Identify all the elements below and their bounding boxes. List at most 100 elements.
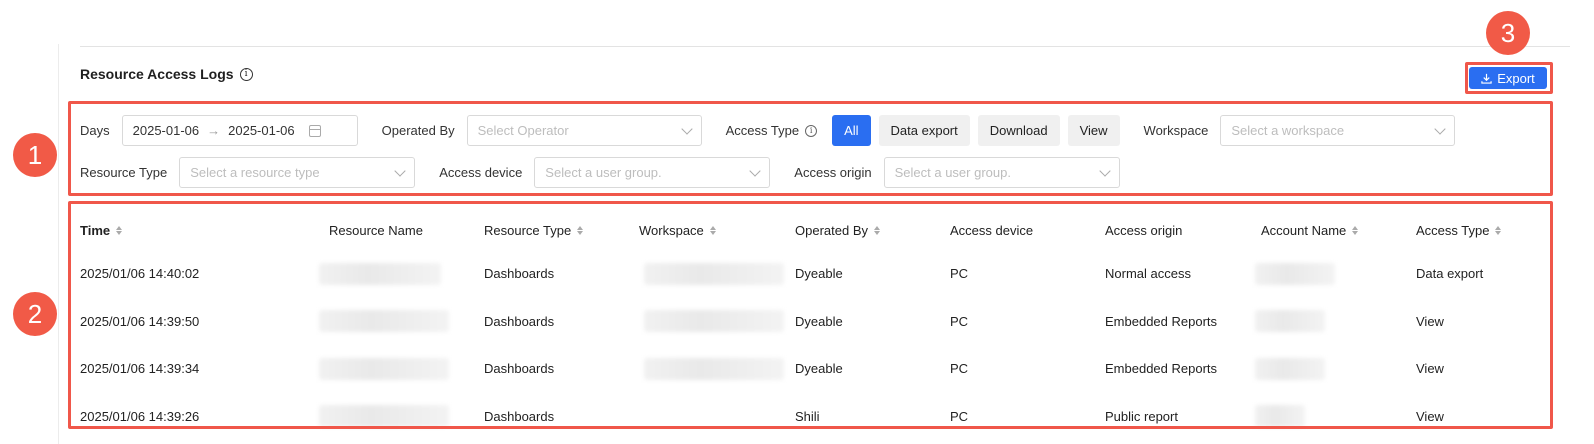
sort-icon[interactable] bbox=[577, 225, 584, 235]
chevron-down-icon bbox=[394, 164, 406, 177]
filter-row-1: Days 2025-01-06 → 2025-01-06 Operated By… bbox=[80, 115, 1456, 146]
access-type-data-export[interactable]: Data export bbox=[878, 115, 970, 146]
export-label: Export bbox=[1497, 70, 1535, 86]
table-row: 2025/01/06 14:39:50 Dashboards Dyeable P… bbox=[80, 298, 1550, 346]
cell-resource-name bbox=[319, 262, 484, 285]
workspace-placeholder: Select a workspace bbox=[1231, 123, 1345, 138]
cell-resource-type: Dashboards bbox=[484, 408, 555, 424]
column-header-workspace[interactable]: Workspace bbox=[639, 223, 795, 238]
cell-operated-by: Shili bbox=[795, 408, 820, 424]
cell-access-device: PC bbox=[950, 408, 969, 424]
cell-resource-type: Dashboards bbox=[484, 313, 555, 329]
cell-time: 2025/01/06 14:39:26 bbox=[80, 408, 200, 424]
days-label: Days bbox=[80, 123, 110, 138]
cell-workspace bbox=[639, 262, 795, 285]
operator-placeholder: Select Operator bbox=[477, 123, 569, 138]
page-title: Resource Access Logs i bbox=[80, 66, 253, 82]
cell-workspace bbox=[639, 310, 795, 333]
column-header-access-device: Access device bbox=[950, 222, 1034, 238]
sort-icon[interactable] bbox=[1495, 225, 1502, 235]
sort-icon[interactable] bbox=[709, 225, 716, 235]
column-header-access-origin: Access origin bbox=[1105, 222, 1183, 238]
table-row: 2025/01/06 14:40:02 Dashboards Dyeable P… bbox=[80, 250, 1550, 298]
page-title-text: Resource Access Logs bbox=[80, 66, 234, 82]
cell-access-origin: Embedded Reports bbox=[1105, 313, 1218, 329]
sort-icon[interactable] bbox=[874, 225, 880, 235]
cell-time: 2025/01/06 14:40:02 bbox=[80, 266, 200, 282]
access-origin-label: Access origin bbox=[794, 165, 872, 180]
info-icon[interactable]: i bbox=[239, 67, 253, 81]
cell-resource-name bbox=[319, 357, 484, 380]
access-origin-select[interactable]: Select a user group. bbox=[883, 157, 1120, 188]
access-origin-placeholder: Select a user group. bbox=[894, 165, 1011, 180]
column-header-resource-name: Resource Name bbox=[329, 222, 423, 238]
table-row: 2025/01/06 14:39:34 Dashboards Dyeable P… bbox=[80, 345, 1550, 393]
redacted-block bbox=[319, 310, 449, 333]
cell-resource-name bbox=[319, 310, 484, 333]
sort-icon[interactable] bbox=[116, 225, 123, 235]
operator-select[interactable]: Select Operator bbox=[466, 115, 702, 146]
table-row: 2025/01/06 14:39:26 Dashboards Shili PC … bbox=[80, 393, 1550, 441]
access-type-label: Access Type bbox=[725, 123, 800, 138]
resource-type-select[interactable]: Select a resource type bbox=[179, 157, 416, 188]
export-button[interactable]: Export bbox=[1469, 67, 1547, 89]
workspace-select[interactable]: Select a workspace bbox=[1220, 115, 1456, 146]
cell-account-name bbox=[1255, 262, 1416, 285]
calendar-icon[interactable] bbox=[308, 124, 321, 137]
annotation-badge-1: 1 bbox=[13, 133, 57, 177]
cell-operated-by: Dyeable bbox=[795, 361, 843, 377]
redacted-block bbox=[644, 262, 784, 285]
redacted-block bbox=[644, 357, 784, 380]
chevron-down-icon bbox=[680, 122, 693, 135]
date-range-picker[interactable]: 2025-01-06 → 2025-01-06 bbox=[121, 115, 358, 146]
redacted-block bbox=[1255, 357, 1325, 380]
cell-operated-by: Dyeable bbox=[795, 313, 843, 329]
download-icon bbox=[1481, 73, 1492, 84]
cell-access-type: Data export bbox=[1416, 266, 1484, 282]
cell-resource-type: Dashboards bbox=[484, 361, 555, 377]
column-header-access-type[interactable]: Access Type bbox=[1416, 223, 1550, 238]
cell-access-device: PC bbox=[950, 313, 969, 329]
access-type-download[interactable]: Download bbox=[977, 115, 1060, 146]
access-device-select[interactable]: Select a user group. bbox=[534, 157, 771, 188]
divider bbox=[80, 46, 1570, 47]
cell-time: 2025/01/06 14:39:34 bbox=[80, 361, 200, 377]
info-icon[interactable]: i bbox=[805, 124, 818, 137]
access-type-all[interactable]: All bbox=[832, 115, 871, 146]
redacted-block bbox=[644, 310, 784, 333]
cell-access-device: PC bbox=[950, 361, 969, 377]
access-log-table: Time Resource Name Resource Type Workspa… bbox=[80, 210, 1550, 440]
column-header-resource-type[interactable]: Resource Type bbox=[484, 223, 639, 238]
date-end[interactable]: 2025-01-06 bbox=[228, 123, 295, 138]
column-header-time[interactable]: Time bbox=[80, 223, 329, 238]
cell-access-origin: Public report bbox=[1105, 408, 1178, 424]
redacted-block bbox=[1255, 262, 1335, 285]
arrow-right-icon: → bbox=[207, 123, 221, 138]
column-header-operated-by[interactable]: Operated By bbox=[795, 223, 950, 238]
cell-access-type: View bbox=[1416, 408, 1444, 424]
redacted-block bbox=[319, 262, 441, 285]
divider bbox=[58, 44, 59, 444]
redacted-block bbox=[319, 405, 449, 428]
cell-time: 2025/01/06 14:39:50 bbox=[80, 313, 200, 329]
page: Resource Access Logs i Export Days 2025-… bbox=[58, 0, 1594, 444]
date-start[interactable]: 2025-01-06 bbox=[133, 123, 200, 138]
cell-access-type: View bbox=[1416, 361, 1444, 377]
cell-access-device: PC bbox=[950, 266, 969, 282]
cell-workspace bbox=[639, 405, 795, 427]
column-header-account-name[interactable]: Account Name bbox=[1261, 223, 1416, 238]
cell-access-type: View bbox=[1416, 313, 1444, 329]
cell-resource-type: Dashboards bbox=[484, 266, 555, 282]
redacted-block bbox=[1255, 310, 1325, 333]
access-device-label: Access device bbox=[439, 165, 523, 180]
access-type-view[interactable]: View bbox=[1067, 115, 1120, 146]
sort-icon[interactable] bbox=[1352, 225, 1359, 235]
filter-row-2: Resource Type Select a resource type Acc… bbox=[80, 157, 1120, 188]
cell-operated-by: Dyeable bbox=[795, 266, 843, 282]
cell-resource-name bbox=[319, 405, 484, 428]
resource-type-label: Resource Type bbox=[80, 165, 168, 180]
annotation-badge-2: 2 bbox=[13, 292, 57, 336]
resource-type-placeholder: Select a resource type bbox=[190, 165, 320, 180]
cell-workspace bbox=[639, 357, 795, 380]
cell-access-origin: Normal access bbox=[1105, 266, 1191, 282]
